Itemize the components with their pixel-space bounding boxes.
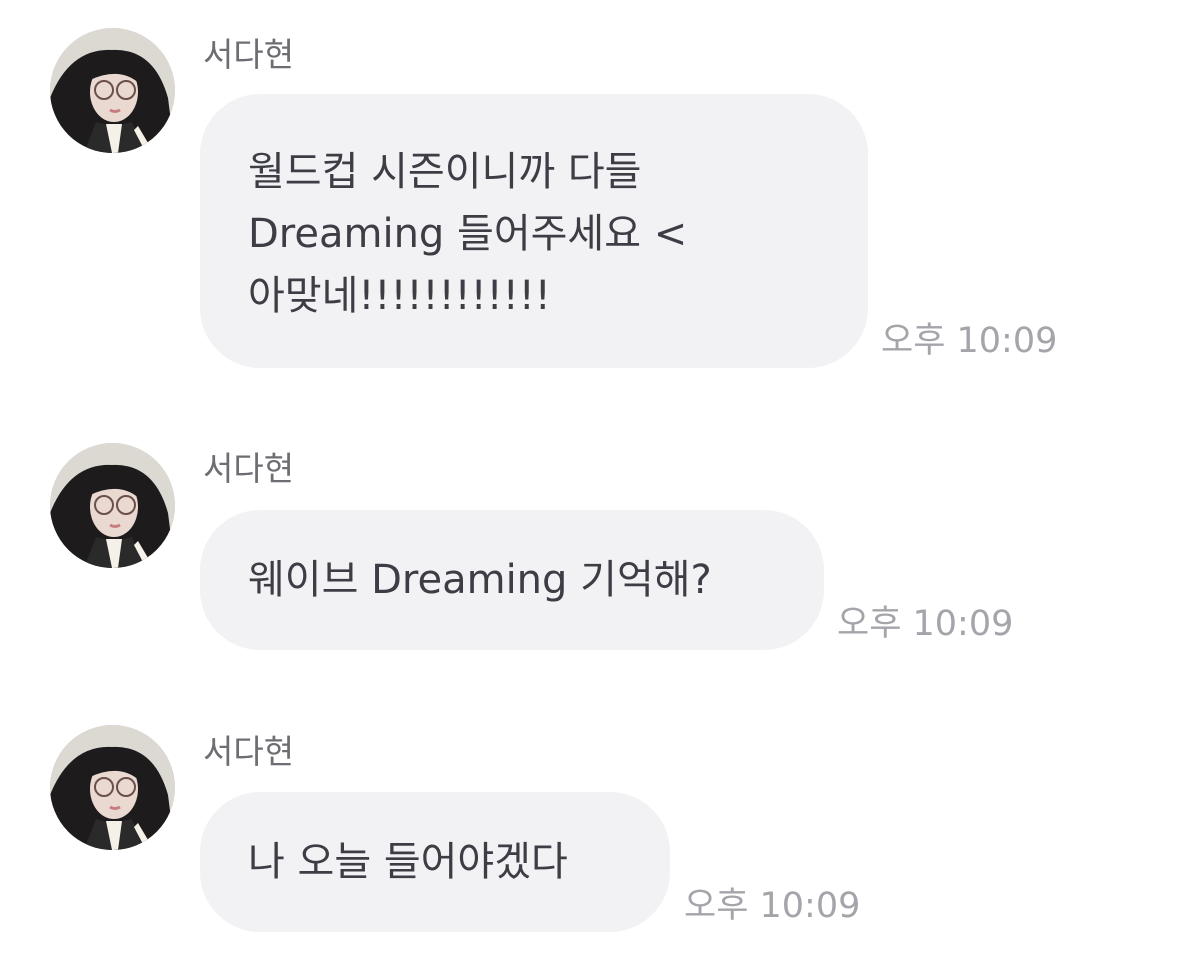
profile-photo-avatar-icon	[50, 28, 175, 153]
profile-photo-avatar-icon	[50, 725, 175, 850]
message-bubble[interactable]: 월드컵 시즌이니까 다들 Dreaming 들어주세요 < 아맞네!!!!!!!…	[200, 94, 868, 368]
message-bubble[interactable]: 웨이브 Dreaming 기억해?	[200, 510, 824, 650]
avatar[interactable]	[50, 28, 175, 153]
avatar[interactable]	[50, 443, 175, 568]
message-time: 오후 10:09	[881, 321, 1058, 361]
sender-name: 서다현	[203, 35, 295, 74]
avatar[interactable]	[50, 725, 175, 850]
sender-name: 서다현	[203, 449, 295, 488]
message-bubble[interactable]: 나 오늘 들어야겠다	[200, 792, 670, 932]
message-time: 오후 10:09	[837, 604, 1014, 644]
sender-name: 서다현	[203, 732, 295, 771]
message-time: 오후 10:09	[684, 886, 861, 926]
profile-photo-avatar-icon	[50, 443, 175, 568]
